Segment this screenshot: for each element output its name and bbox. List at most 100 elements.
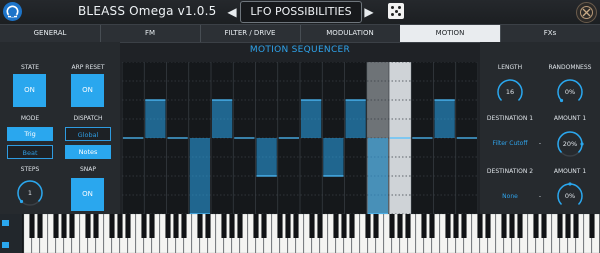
black-key[interactable] bbox=[61, 214, 67, 238]
sequencer-step-bar bbox=[323, 138, 344, 176]
dispatch-notes-option[interactable]: Notes bbox=[65, 145, 111, 159]
randomness-knob[interactable]: 0% bbox=[555, 77, 585, 107]
black-key[interactable] bbox=[197, 214, 203, 238]
steps-label: STEPS bbox=[20, 166, 40, 173]
dispatch-label: DISPATCH bbox=[73, 115, 103, 122]
mode-beat-option[interactable]: Beat bbox=[7, 145, 53, 159]
sequencer-step-bar bbox=[189, 138, 210, 214]
octave-indicator-icon[interactable] bbox=[2, 220, 9, 226]
mode-trig-option[interactable]: Trig bbox=[7, 127, 53, 141]
black-key[interactable] bbox=[389, 214, 395, 238]
next-preset-button[interactable]: ▶ bbox=[363, 5, 375, 19]
arp-reset-toggle-button[interactable]: ON bbox=[71, 74, 104, 107]
amount2-knob[interactable]: 0% bbox=[555, 181, 585, 211]
black-key[interactable] bbox=[509, 214, 515, 238]
black-key[interactable] bbox=[573, 214, 579, 238]
title-bar: BLEASS Omega v1.0.5 ◀ LFO POSSIBILITIES … bbox=[0, 0, 600, 24]
black-key[interactable] bbox=[165, 214, 171, 238]
black-key[interactable] bbox=[517, 214, 523, 238]
black-key[interactable] bbox=[181, 214, 187, 238]
tab-filter-drive[interactable]: FILTER / DRIVE bbox=[200, 25, 301, 42]
black-key[interactable] bbox=[37, 214, 43, 238]
tab-fm[interactable]: FM bbox=[100, 25, 201, 42]
sequencer-step-bar bbox=[301, 100, 322, 138]
black-key[interactable] bbox=[341, 214, 347, 238]
dispatch-global-option[interactable]: Global bbox=[65, 127, 111, 141]
black-key[interactable] bbox=[429, 214, 435, 238]
steps-value: 1 bbox=[27, 189, 33, 197]
destination2-label: DESTINATION 2 bbox=[486, 168, 534, 175]
octave-indicator-icon[interactable] bbox=[2, 242, 9, 248]
black-key[interactable] bbox=[221, 214, 227, 238]
black-key[interactable] bbox=[485, 214, 491, 238]
black-key[interactable] bbox=[453, 214, 459, 238]
black-key[interactable] bbox=[589, 214, 595, 238]
tab-fxs[interactable]: FXs bbox=[500, 25, 600, 42]
black-key[interactable] bbox=[285, 214, 291, 238]
black-key[interactable] bbox=[205, 214, 211, 238]
black-key[interactable] bbox=[229, 214, 235, 238]
snap-label: SNAP bbox=[79, 166, 97, 173]
randomize-dice-icon[interactable] bbox=[388, 3, 404, 19]
snap-toggle-button[interactable]: ON bbox=[71, 178, 104, 211]
black-key[interactable] bbox=[149, 214, 155, 238]
length-label: LENGTH bbox=[497, 64, 523, 71]
black-key[interactable] bbox=[349, 214, 355, 238]
amount1-knob[interactable]: 20% bbox=[555, 129, 585, 159]
black-key[interactable] bbox=[125, 214, 131, 238]
sequencer-step-bar bbox=[345, 100, 366, 138]
black-key[interactable] bbox=[405, 214, 411, 238]
black-key[interactable] bbox=[461, 214, 467, 238]
brand-badge-icon[interactable] bbox=[576, 2, 597, 23]
black-key[interactable] bbox=[501, 214, 507, 238]
black-key[interactable] bbox=[173, 214, 179, 238]
black-key[interactable] bbox=[477, 214, 483, 238]
black-key[interactable] bbox=[557, 214, 563, 238]
randomness-label: RANDOMNESS bbox=[548, 64, 592, 71]
black-key[interactable] bbox=[445, 214, 451, 238]
black-key[interactable] bbox=[141, 214, 147, 238]
sequencer-title: MOTION SEQUENCER bbox=[249, 45, 351, 55]
black-key[interactable] bbox=[253, 214, 259, 238]
black-key[interactable] bbox=[333, 214, 339, 238]
steps-knob[interactable]: 1 bbox=[15, 178, 45, 208]
black-key[interactable] bbox=[117, 214, 123, 238]
black-key[interactable] bbox=[397, 214, 403, 238]
sequencer-step-bar bbox=[145, 100, 166, 138]
black-key[interactable] bbox=[421, 214, 427, 238]
black-key[interactable] bbox=[277, 214, 283, 238]
randomness-value: 0% bbox=[564, 88, 576, 96]
tab-motion[interactable]: MOTION bbox=[400, 25, 501, 42]
state-toggle-button[interactable]: ON bbox=[13, 74, 46, 107]
black-key[interactable] bbox=[29, 214, 35, 238]
black-key[interactable] bbox=[365, 214, 371, 238]
black-key[interactable] bbox=[309, 214, 315, 238]
black-key[interactable] bbox=[293, 214, 299, 238]
tab-general[interactable]: GENERAL bbox=[0, 25, 101, 42]
previous-preset-button[interactable]: ◀ bbox=[226, 5, 238, 19]
black-key[interactable] bbox=[533, 214, 539, 238]
black-key[interactable] bbox=[317, 214, 323, 238]
app-logo-icon[interactable] bbox=[3, 2, 22, 21]
motion-sequencer-grid[interactable] bbox=[122, 62, 478, 214]
piano-keyboard[interactable] bbox=[0, 214, 600, 253]
black-key[interactable] bbox=[373, 214, 379, 238]
black-key[interactable] bbox=[565, 214, 571, 238]
tab-modulation[interactable]: MODULATION bbox=[300, 25, 401, 42]
black-key[interactable] bbox=[109, 214, 115, 238]
black-key[interactable] bbox=[53, 214, 59, 238]
black-key[interactable] bbox=[261, 214, 267, 238]
black-key[interactable] bbox=[237, 214, 243, 238]
length-knob[interactable]: 16 bbox=[495, 77, 525, 107]
destination1-select[interactable]: Filter Cutoff bbox=[484, 140, 536, 147]
motion-routing-panel: LENGTH 16 RANDOMNESS 0% DESTINATION 1 Fi… bbox=[480, 42, 600, 214]
black-key[interactable] bbox=[69, 214, 75, 238]
black-key[interactable] bbox=[85, 214, 91, 238]
preset-selector[interactable]: LFO POSSIBILITIES bbox=[240, 1, 362, 23]
motion-settings-panel: STATE ON ARP RESET ON MODE Trig Beat DIS… bbox=[0, 42, 120, 214]
black-key[interactable] bbox=[541, 214, 547, 238]
destination2-select[interactable]: None bbox=[484, 193, 536, 200]
destination1-dash: - bbox=[538, 140, 542, 147]
destination1-label: DESTINATION 1 bbox=[486, 115, 534, 122]
black-key[interactable] bbox=[93, 214, 99, 238]
